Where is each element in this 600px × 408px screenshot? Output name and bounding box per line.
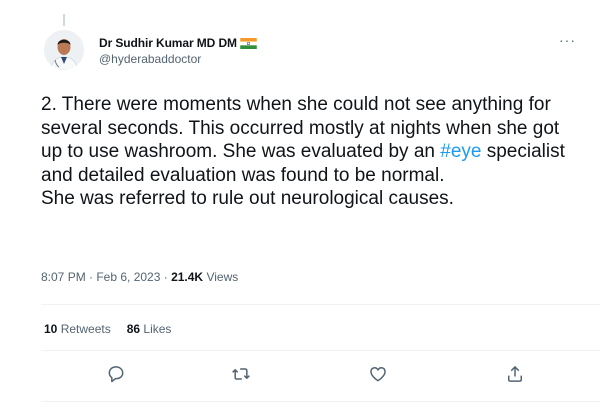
divider-bottom (41, 401, 600, 402)
engagement-stats: 10 Retweets 86 Likes (44, 322, 171, 336)
india-flag-icon (240, 37, 257, 49)
avatar-image (44, 30, 84, 70)
tweet-header: Dr Sudhir Kumar MD DM @hyderabaddoctor ·… (44, 30, 600, 74)
share-button[interactable] (503, 362, 527, 386)
tweet-text: 2. There were moments when she could not… (41, 93, 581, 211)
more-options-icon[interactable]: ··· (559, 32, 576, 48)
author-names: Dr Sudhir Kumar MD DM @hyderabaddoctor (99, 35, 258, 66)
likes-label: Likes (140, 322, 172, 336)
retweets-stat[interactable]: 10 Retweets (44, 322, 111, 336)
avatar[interactable] (44, 30, 84, 70)
retweet-icon (232, 368, 250, 380)
hashtag-link[interactable]: #eye (440, 141, 481, 162)
like-icon (370, 367, 386, 382)
author-display-name[interactable]: Dr Sudhir Kumar MD DM (99, 36, 237, 50)
author-handle[interactable]: @hyderabaddoctor (99, 52, 258, 66)
share-icon (508, 365, 522, 382)
views-label: Views (203, 270, 239, 284)
tweet-timestamp[interactable]: 8:07 PM · Feb 6, 2023 · (41, 270, 171, 284)
like-button[interactable] (366, 362, 390, 386)
reply-icon (108, 366, 124, 383)
tweet-meta: 8:07 PM · Feb 6, 2023 · 21.4K Views (41, 270, 238, 284)
retweets-count: 10 (44, 322, 58, 336)
action-bar (41, 360, 600, 390)
views-count: 21.4K (171, 270, 204, 284)
likes-stat[interactable]: 86 Likes (127, 322, 172, 336)
divider-middle (41, 350, 600, 351)
likes-count: 86 (126, 322, 141, 336)
display-name-row[interactable]: Dr Sudhir Kumar MD DM (99, 35, 258, 51)
retweets-label: Retweets (57, 322, 111, 336)
retweet-button[interactable] (229, 362, 253, 386)
divider-top (41, 304, 600, 305)
thread-connector-line (63, 14, 65, 26)
reply-button[interactable] (104, 362, 128, 386)
